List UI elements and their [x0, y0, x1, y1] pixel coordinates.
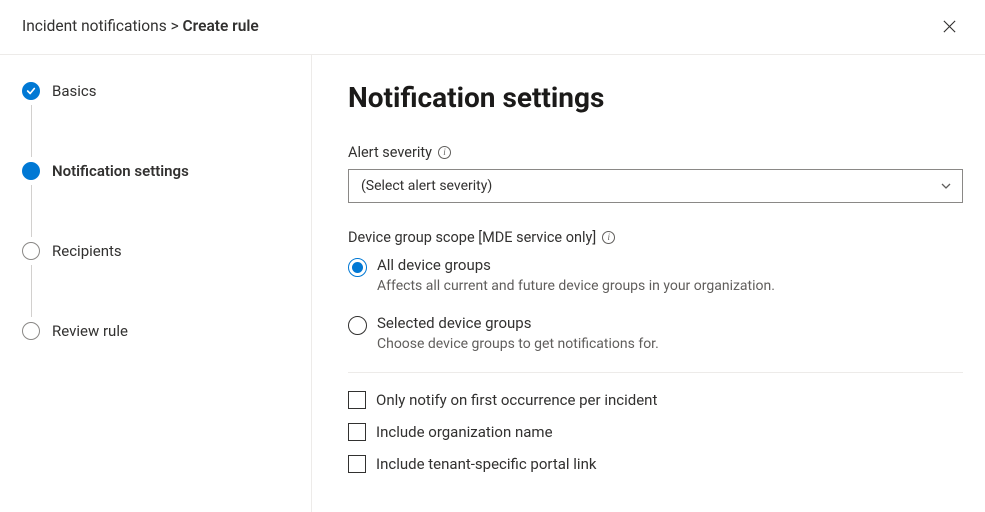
step-status-icon [22, 162, 40, 180]
checkmark-icon [26, 86, 36, 96]
radio-indicator [348, 316, 367, 335]
alert-severity-label: Alert severity i [348, 144, 963, 161]
step-basics[interactable]: Basics [22, 77, 311, 105]
step-label: Notification settings [52, 162, 189, 180]
close-icon [942, 19, 957, 34]
step-recipients[interactable]: Recipients [22, 237, 311, 265]
step-connector [31, 265, 32, 317]
checkbox-indicator [348, 423, 366, 441]
radio-label: Selected device groups [377, 314, 659, 332]
wizard-steps: Basics Notification settings Recipients … [0, 55, 312, 512]
step-label: Recipients [52, 242, 122, 260]
step-connector [31, 105, 32, 157]
checkbox-label: Include organization name [376, 423, 553, 441]
panel-header: Incident notifications > Create rule [0, 0, 985, 55]
radio-description: Affects all current and future device gr… [377, 278, 775, 294]
alert-severity-dropdown[interactable]: (Select alert severity) [348, 169, 963, 203]
device-group-scope-label: Device group scope [MDE service only] i [348, 229, 963, 246]
label-text: Device group scope [MDE service only] [348, 229, 596, 246]
close-button[interactable] [933, 10, 965, 42]
info-icon[interactable]: i [602, 231, 615, 244]
device-group-scope-radios: All device groups Affects all current an… [348, 256, 963, 366]
checkbox-indicator [348, 391, 366, 409]
dropdown-placeholder: (Select alert severity) [361, 178, 492, 194]
radio-description: Choose device groups to get notification… [377, 336, 659, 352]
step-label: Review rule [52, 322, 128, 340]
step-status-icon [22, 82, 40, 100]
step-notification-settings[interactable]: Notification settings [22, 157, 311, 185]
chevron-down-icon [940, 180, 952, 192]
checkbox-label: Only notify on first occurrence per inci… [376, 391, 657, 409]
checkbox-indicator [348, 455, 366, 473]
main-content: Notification settings Alert severity i (… [312, 55, 985, 512]
step-review-rule[interactable]: Review rule [22, 317, 311, 345]
checkbox-org-name[interactable]: Include organization name [348, 423, 963, 441]
checkbox-first-occurrence[interactable]: Only notify on first occurrence per inci… [348, 391, 963, 409]
step-status-icon [22, 242, 40, 260]
step-status-icon [22, 322, 40, 340]
section-divider [348, 372, 963, 373]
breadcrumb-current: Create rule [183, 17, 259, 35]
breadcrumb: Incident notifications > Create rule [22, 17, 259, 35]
radio-all-device-groups[interactable]: All device groups Affects all current an… [348, 256, 963, 308]
breadcrumb-separator: > [171, 17, 179, 35]
breadcrumb-parent[interactable]: Incident notifications [22, 17, 167, 35]
checkbox-label: Include tenant-specific portal link [376, 455, 596, 473]
checkbox-portal-link[interactable]: Include tenant-specific portal link [348, 455, 963, 473]
info-icon[interactable]: i [438, 146, 451, 159]
radio-selected-device-groups[interactable]: Selected device groups Choose device gro… [348, 314, 963, 366]
radio-indicator [348, 258, 367, 277]
page-title: Notification settings [348, 81, 963, 114]
label-text: Alert severity [348, 144, 432, 161]
radio-label: All device groups [377, 256, 775, 274]
step-connector [31, 185, 32, 237]
step-label: Basics [52, 82, 97, 100]
